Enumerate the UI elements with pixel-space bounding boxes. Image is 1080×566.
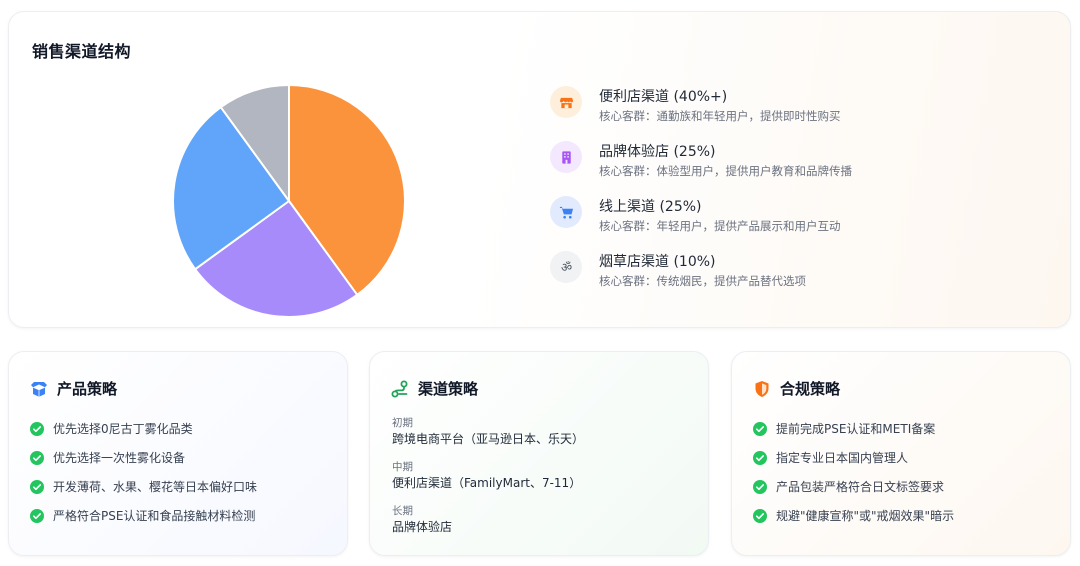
- check-circle-icon: [30, 479, 44, 494]
- list-item: 优先选择一次性雾化设备: [30, 443, 257, 472]
- legend-item-brand-store: 品牌体验店 (25%) 核心客群：体验型用户，提供用户教育和品牌传播: [550, 130, 990, 185]
- check-circle-icon: [753, 450, 767, 465]
- legend-label: 便利店渠道 (40%+): [599, 89, 728, 105]
- list-item-text: 规避"健康宣称"或"戒烟效果"暗示: [776, 509, 955, 523]
- list-item: 产品包装严格符合日文标签要求: [753, 472, 954, 501]
- compliance-strategy-list: 提前完成PSE认证和METI备案 指定专业日本国内管理人 产品包装严格符合日文标…: [753, 414, 954, 530]
- channel-strategy-card: 渠道策略 初期 跨境电商平台（亚马逊日本、乐天） 中期 便利店渠道（Family…: [369, 351, 709, 556]
- legend-label: 品牌体验店 (25%): [599, 144, 716, 160]
- check-circle-icon: [753, 508, 767, 523]
- product-strategy-card: 产品策略 优先选择0尼古丁雾化品类 优先选择一次性雾化设备 开发薄荷、水果、樱花…: [8, 351, 348, 556]
- card-header: 产品策略: [30, 378, 117, 399]
- list-item-text: 提前完成PSE认证和METI备案: [776, 422, 936, 436]
- phase-label: 初期: [392, 417, 413, 429]
- pie-chart: [172, 83, 406, 318]
- phase-early: 初期 跨境电商平台（亚马逊日本、乐天）: [392, 416, 584, 460]
- chart-legend: 便利店渠道 (40%+) 核心客群：通勤族和年轻用户，提供即时性购买 品牌体验店…: [550, 75, 990, 295]
- shield-icon: [755, 380, 769, 397]
- legend-description: 核心客群：传统烟民，提供产品替代选项: [599, 274, 806, 288]
- card-header: 渠道策略: [391, 378, 478, 399]
- cart-icon: [550, 196, 582, 228]
- phase-text: 便利店渠道（FamilyMart、7-11）: [392, 476, 582, 490]
- list-item: 提前完成PSE认证和METI备案: [753, 414, 954, 443]
- card-title: 产品策略: [57, 380, 118, 398]
- legend-description: 核心客群：通勤族和年轻用户，提供即时性购买: [599, 109, 841, 123]
- check-circle-icon: [30, 421, 44, 436]
- list-item-text: 优先选择0尼古丁雾化品类: [53, 422, 193, 436]
- list-item: 优先选择0尼古丁雾化品类: [30, 414, 257, 443]
- box-icon: [31, 381, 47, 397]
- list-item: 开发薄荷、水果、樱花等日本偏好口味: [30, 472, 257, 501]
- phase-label: 中期: [392, 461, 413, 473]
- check-circle-icon: [753, 421, 767, 436]
- legend-item-online: 线上渠道 (25%) 核心客群：年轻用户，提供产品展示和用户互动: [550, 185, 990, 240]
- list-item-text: 指定专业日本国内管理人: [776, 451, 909, 465]
- list-item-text: 严格符合PSE认证和食品接触材料检测: [53, 509, 256, 523]
- check-circle-icon: [30, 450, 44, 465]
- list-item: 严格符合PSE认证和食品接触材料检测: [30, 501, 257, 530]
- legend-description: 核心客群：年轻用户，提供产品展示和用户互动: [599, 219, 841, 233]
- list-item-text: 产品包装严格符合日文标签要求: [776, 480, 945, 494]
- legend-item-tobacco-store: ॐ 烟草店渠道 (10%) 核心客群：传统烟民，提供产品替代选项: [550, 240, 990, 295]
- om-icon: ॐ: [550, 251, 582, 283]
- card-title: 渠道策略: [418, 380, 479, 398]
- legend-description: 核心客群：体验型用户，提供用户教育和品牌传播: [599, 164, 852, 178]
- card-title: 合规策略: [780, 380, 841, 398]
- sales-channel-card: 销售渠道结构 便利店渠道 (40%+) 核心客群：通勤族和年轻用户，提供即时性购…: [8, 11, 1071, 328]
- legend-item-convenience-store: 便利店渠道 (40%+) 核心客群：通勤族和年轻用户，提供即时性购买: [550, 75, 990, 130]
- building-icon: [550, 141, 582, 173]
- svg-text:ॐ: ॐ: [560, 260, 571, 274]
- check-circle-icon: [753, 479, 767, 494]
- list-item-text: 优先选择一次性雾化设备: [53, 451, 186, 465]
- phase-label: 长期: [392, 505, 413, 517]
- phase-mid: 中期 便利店渠道（FamilyMart、7-11）: [392, 460, 584, 504]
- legend-label: 线上渠道 (25%): [599, 199, 702, 215]
- legend-label: 烟草店渠道 (10%): [599, 254, 716, 270]
- compliance-strategy-card: 合规策略 提前完成PSE认证和METI备案 指定专业日本国内管理人 产品包装严格…: [731, 351, 1071, 556]
- phase-text: 跨境电商平台（亚马逊日本、乐天）: [392, 432, 585, 446]
- list-item: 指定专业日本国内管理人: [753, 443, 954, 472]
- phase-text: 品牌体验店: [392, 520, 453, 534]
- product-strategy-list: 优先选择0尼古丁雾化品类 优先选择一次性雾化设备 开发薄荷、水果、樱花等日本偏好…: [30, 414, 257, 530]
- phase-long: 长期 品牌体验店: [392, 504, 584, 548]
- list-item-text: 开发薄荷、水果、樱花等日本偏好口味: [53, 480, 258, 494]
- section-title: 销售渠道结构: [32, 42, 132, 61]
- route-icon: [391, 380, 408, 397]
- channel-phases: 初期 跨境电商平台（亚马逊日本、乐天） 中期 便利店渠道（FamilyMart、…: [392, 416, 584, 548]
- list-item: 规避"健康宣称"或"戒烟效果"暗示: [753, 501, 954, 530]
- card-header: 合规策略: [753, 378, 840, 399]
- store-icon: [550, 86, 582, 118]
- check-circle-icon: [30, 508, 44, 523]
